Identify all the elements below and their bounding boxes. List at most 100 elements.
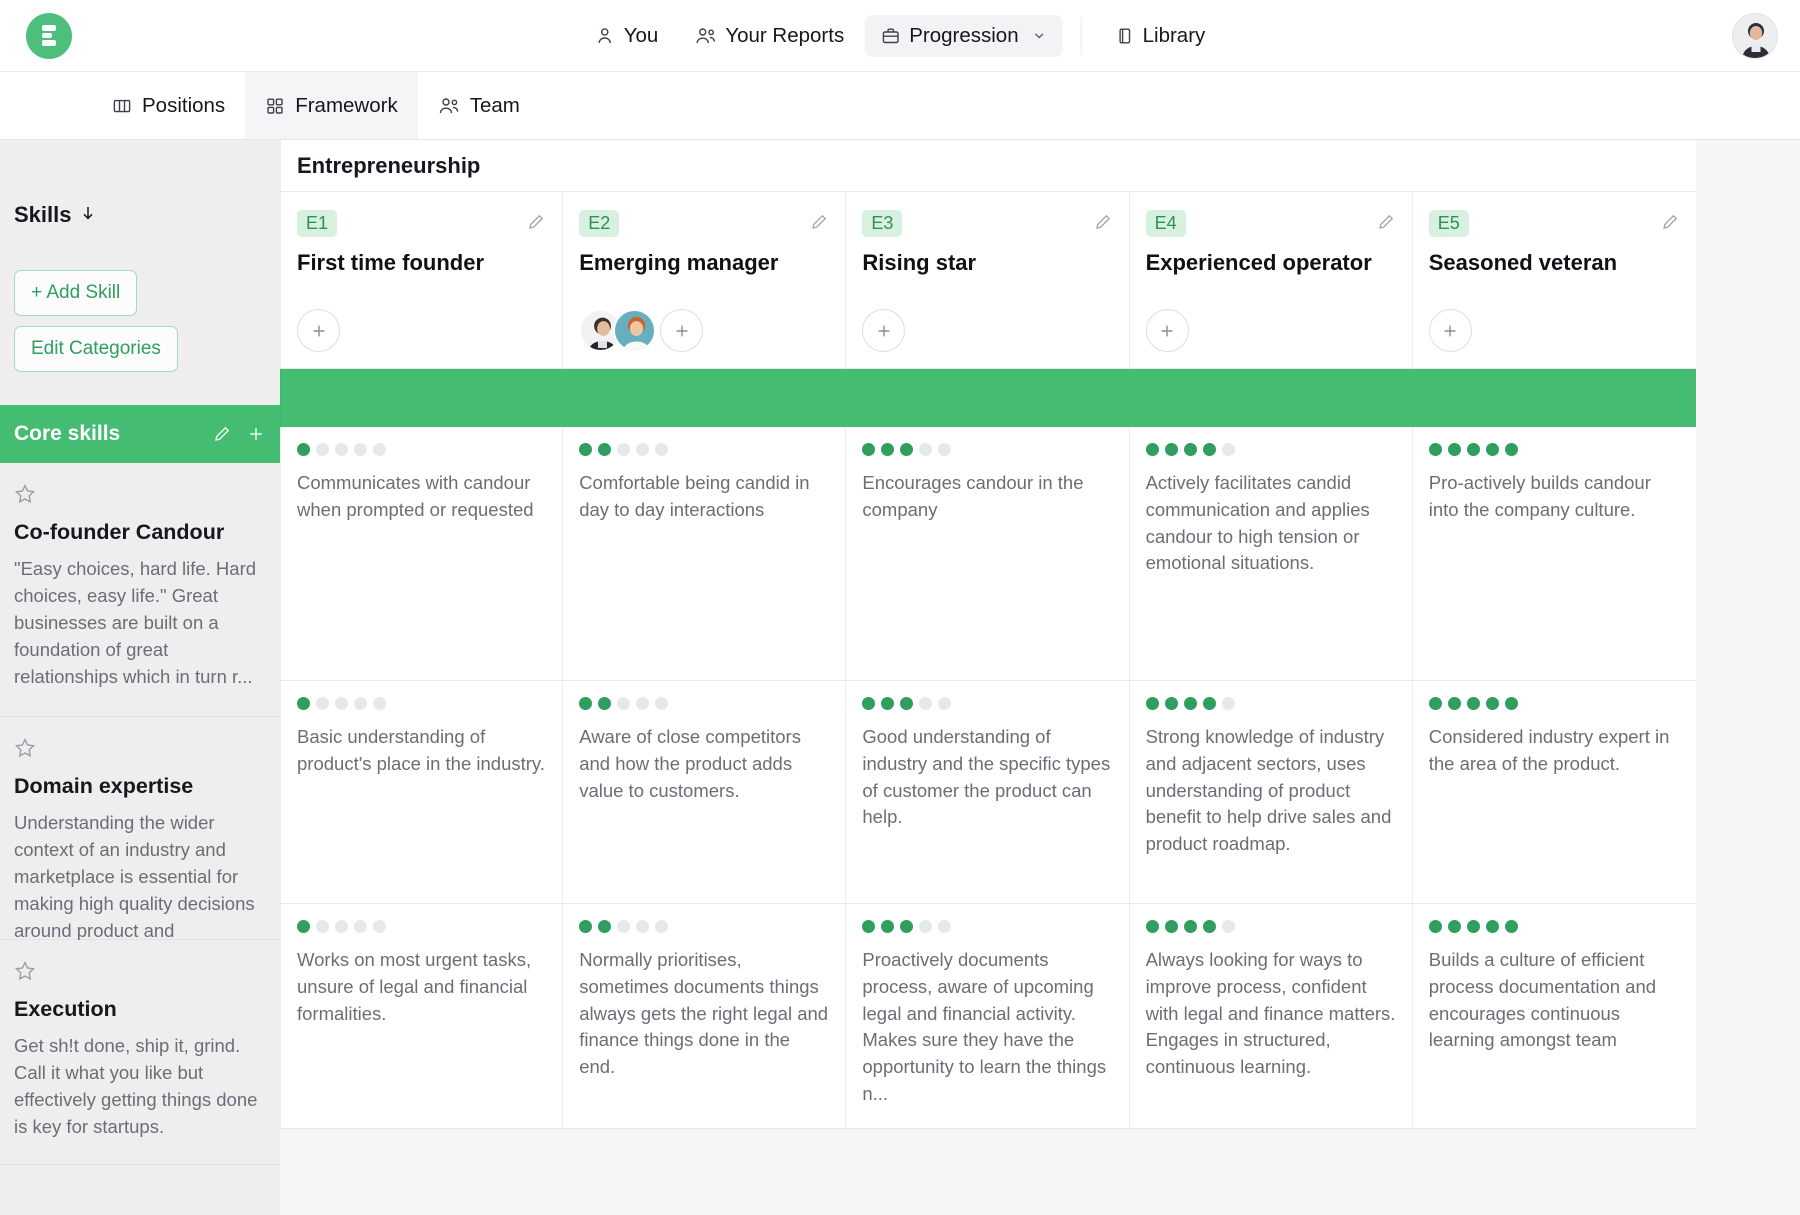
dot-filled (900, 443, 914, 456)
framework-cell[interactable]: Comfortable being candid in day to day i… (563, 427, 847, 681)
framework-cell[interactable]: Builds a culture of efficient process do… (1412, 904, 1696, 1129)
level-dots (579, 443, 829, 456)
star-outline-icon[interactable] (14, 960, 258, 987)
pencil-icon[interactable] (1660, 212, 1680, 237)
level-dots (579, 697, 829, 710)
person-avatar[interactable] (613, 309, 657, 352)
dot-empty (919, 697, 933, 710)
framework-row: Basic understanding of product's place i… (280, 681, 1696, 904)
nav-item-you[interactable]: You (579, 15, 675, 57)
dot-filled (1466, 443, 1480, 456)
dot-filled (1428, 443, 1442, 456)
star-outline-icon[interactable] (14, 737, 258, 764)
dot-filled (1164, 697, 1178, 710)
framework-cell[interactable]: Works on most urgent tasks, unsure of le… (280, 904, 564, 1129)
framework-cell[interactable]: Pro-actively builds candour into the com… (1412, 427, 1696, 681)
level-dots (1145, 920, 1396, 933)
cell-text: Builds a culture of efficient process do… (1428, 949, 1657, 1051)
arrow-down-icon[interactable] (79, 202, 97, 228)
dot-filled (1485, 920, 1499, 933)
skills-heading: Skills (14, 202, 280, 228)
level-card-e1[interactable]: E1 First time founder (280, 192, 564, 369)
level-card-e3[interactable]: E3 Rising star (846, 192, 1130, 369)
tab-framework[interactable]: Framework (245, 72, 418, 139)
dot-empty (655, 920, 669, 933)
tab-label-positions: Positions (142, 93, 226, 117)
level-dots (1428, 443, 1680, 456)
edit-categories-button[interactable]: Edit Categories (14, 326, 178, 372)
dot-filled (598, 443, 612, 456)
nav-item-library[interactable]: Library (1100, 15, 1222, 57)
dot-filled (1183, 697, 1197, 710)
add-person-button[interactable] (297, 309, 340, 352)
framework-cell[interactable]: Basic understanding of product's place i… (280, 681, 564, 904)
dot-filled (1164, 920, 1178, 933)
level-tag: E5 (1428, 210, 1469, 237)
dot-empty (1221, 697, 1235, 710)
cell-text: Encourages candour in the company (862, 472, 1084, 520)
dot-filled (1145, 443, 1159, 456)
level-people (579, 309, 704, 352)
pencil-icon[interactable] (1376, 212, 1396, 237)
level-dots (297, 697, 546, 710)
level-card-e5[interactable]: E5 Seasoned veteran (1412, 192, 1696, 369)
framework-cell[interactable]: Aware of close competitors and how the p… (563, 681, 847, 904)
skill-name: Execution (14, 997, 117, 1021)
briefcase-icon (880, 26, 900, 46)
plus-icon[interactable] (246, 424, 266, 444)
add-person-button[interactable] (862, 309, 906, 352)
dot-empty (373, 920, 386, 933)
level-name: First time founder (297, 250, 485, 275)
star-outline-icon[interactable] (14, 483, 258, 510)
skills-heading-label: Skills (14, 202, 72, 227)
level-card-e2[interactable]: E2 Emerging manager (563, 192, 847, 369)
framework-cell[interactable]: Proactively documents process, aware of … (846, 904, 1130, 1129)
nav-item-progression[interactable]: Progression (864, 14, 1063, 57)
skill-description: Get sh!t done, ship it, grind. Call it w… (14, 1035, 258, 1137)
framework-cell[interactable]: Good understanding of industry and the s… (846, 681, 1130, 904)
dot-empty (1221, 443, 1235, 456)
add-person-button[interactable] (1428, 309, 1472, 352)
pencil-icon[interactable] (1093, 212, 1113, 237)
pencil-icon[interactable] (526, 212, 546, 237)
level-card-e4[interactable]: E4 Experienced operator (1129, 192, 1413, 369)
add-skill-button[interactable]: + Add Skill (14, 270, 138, 316)
skill-row-label-0[interactable]: Co-founder Candour "Easy choices, hard l… (0, 463, 280, 717)
dot-filled (579, 697, 593, 710)
dot-empty (636, 443, 650, 456)
chevron-down-icon[interactable] (1032, 28, 1047, 43)
framework-board[interactable]: Entrepreneurship E1 First time founder E2 E… (280, 140, 1800, 1215)
level-dots (862, 920, 1112, 933)
framework-cell[interactable]: Strong knowledge of industry and adjacen… (1129, 681, 1413, 904)
dot-empty (919, 920, 933, 933)
dot-filled (297, 920, 310, 933)
book-icon (1116, 26, 1134, 46)
add-person-button[interactable] (1145, 309, 1189, 352)
skill-row-label-2[interactable]: Execution Get sh!t done, ship it, grind.… (0, 940, 280, 1165)
framework-cell[interactable]: Considered industry expert in the area o… (1412, 681, 1696, 904)
framework-row: Works on most urgent tasks, unsure of le… (280, 904, 1696, 1129)
dot-filled (1183, 920, 1197, 933)
add-person-button[interactable] (660, 309, 704, 352)
framework-cell[interactable]: Normally prioritises, sometimes document… (563, 904, 847, 1129)
nav-item-your-reports[interactable]: Your Reports (678, 15, 860, 57)
framework-cell[interactable]: Always looking for ways to improve proce… (1129, 904, 1413, 1129)
pencil-icon[interactable] (809, 212, 829, 237)
user-avatar[interactable] (1732, 12, 1778, 59)
framework-cell[interactable]: Actively facilitates candid communicatio… (1129, 427, 1413, 681)
pencil-icon[interactable] (212, 424, 232, 444)
level-tag: E2 (579, 210, 620, 237)
framework-cell[interactable]: Encourages candour in the company (846, 427, 1130, 681)
tab-label-framework: Framework (295, 93, 398, 117)
progression-logo-icon[interactable] (26, 12, 72, 59)
tab-team[interactable]: Team (418, 72, 540, 139)
level-dots (1145, 443, 1396, 456)
dot-filled (1145, 920, 1159, 933)
tab-positions[interactable]: Positions (92, 72, 245, 139)
dot-filled (1202, 697, 1216, 710)
dot-empty (335, 697, 348, 710)
category-label: Core skills (14, 422, 121, 445)
skill-row-label-1[interactable]: Domain expertise Understanding the wider… (0, 717, 280, 968)
dot-filled (862, 443, 876, 456)
framework-cell[interactable]: Communicates with candour when prompted … (280, 427, 564, 681)
